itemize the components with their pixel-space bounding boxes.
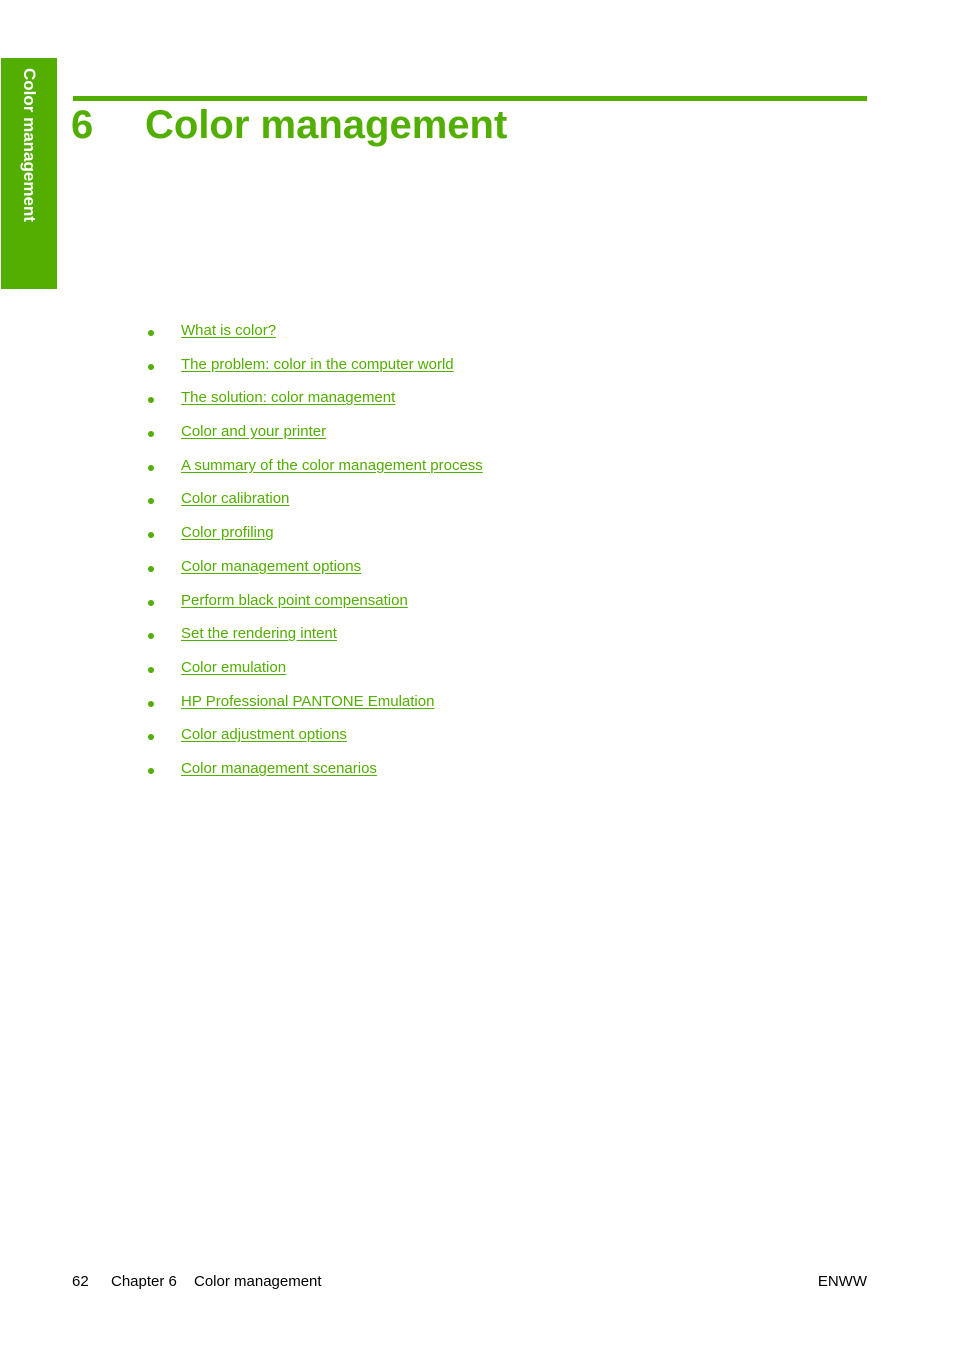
toc-link-color-management-options[interactable]: Color management options (181, 558, 361, 576)
toc-link-color-emulation[interactable]: Color emulation (181, 659, 286, 677)
toc-link-color-management-scenarios[interactable]: Color management scenarios (181, 760, 377, 778)
chapter-side-tab: Color management (1, 58, 57, 289)
bullet-icon (148, 464, 154, 471)
toc-link-color-profiling[interactable]: Color profiling (181, 524, 274, 542)
footer-locale-code: ENWW (817, 1273, 867, 1290)
toc-link-color-calibration[interactable]: Color calibration (181, 490, 289, 508)
toc-link-rendering-intent[interactable]: Set the rendering intent (181, 625, 337, 643)
toc-link-pantone-emulation[interactable]: HP Professional PANTONE Emulation (181, 693, 434, 711)
bullet-icon (148, 532, 154, 539)
toc-link-color-and-printer[interactable]: Color and your printer (181, 423, 326, 441)
footer-page-number: 62 (72, 1273, 89, 1290)
toc-link-color-adjustment-options[interactable]: Color adjustment options (181, 726, 347, 744)
toc-link-the-problem[interactable]: The problem: color in the computer world (181, 356, 454, 374)
bullet-icon (148, 767, 154, 774)
bullet-icon (148, 498, 154, 505)
bullet-icon (148, 397, 154, 404)
footer-chapter-label: Chapter 6 (111, 1273, 177, 1290)
chapter-title: Color management (145, 103, 508, 147)
bullet-icon (148, 666, 154, 673)
toc-link-black-point-compensation[interactable]: Perform black point compensation (181, 592, 408, 610)
bullet-icon (148, 363, 154, 370)
chapter-number: 6 (71, 103, 94, 147)
toc-link-what-is-color[interactable]: What is color? (181, 322, 276, 340)
footer-chapter-title: Color management (194, 1273, 322, 1290)
bullet-icon (148, 431, 154, 438)
bullet-icon (148, 599, 154, 606)
toc-link-summary[interactable]: A summary of the color management proces… (181, 457, 483, 475)
bullet-icon (148, 700, 154, 707)
bullet-icon (148, 633, 154, 640)
side-tab-label: Color management (20, 68, 39, 222)
bullet-icon (148, 734, 154, 741)
bullet-icon (148, 330, 154, 336)
toc-link-the-solution[interactable]: The solution: color management (181, 389, 395, 407)
bullet-icon (148, 565, 154, 572)
